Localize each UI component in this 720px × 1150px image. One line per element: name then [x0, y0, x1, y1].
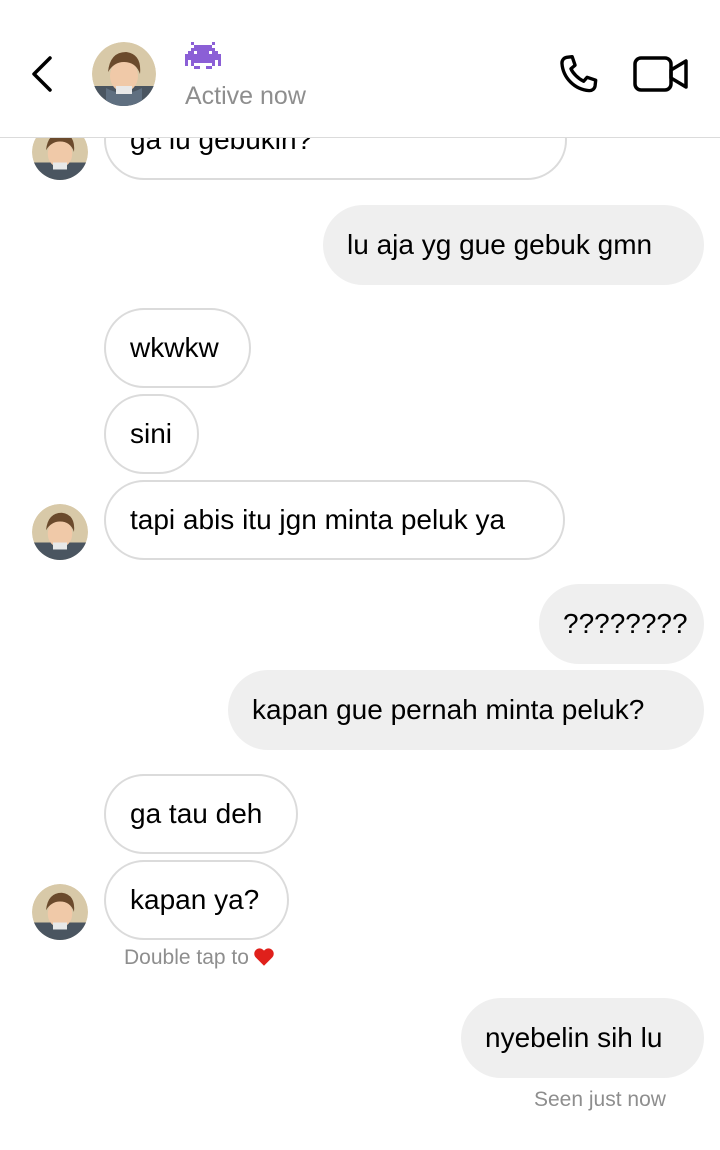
- video-call-icon[interactable]: [632, 54, 690, 94]
- message-bubble-incoming[interactable]: wkwkw: [104, 308, 251, 388]
- back-chevron-icon[interactable]: [24, 52, 64, 96]
- contact-avatar-small: [32, 504, 88, 560]
- message-bubble-incoming[interactable]: tapi abis itu jgn minta peluk ya: [104, 480, 565, 560]
- contact-avatar-small: [32, 884, 88, 940]
- double-tap-text: Double tap to: [124, 946, 249, 969]
- active-status: Active now: [185, 82, 306, 110]
- message-bubble-outgoing[interactable]: ????????: [539, 584, 704, 664]
- message-bubble-outgoing[interactable]: nyebelin sih lu: [461, 998, 704, 1078]
- message-bubble-incoming[interactable]: kapan ya?: [104, 860, 289, 940]
- contact-avatar[interactable]: [92, 42, 156, 106]
- double-tap-hint: Double tap to: [124, 946, 275, 970]
- message-bubble-incoming[interactable]: sini: [104, 394, 199, 474]
- heart-icon: [253, 946, 275, 968]
- message-bubble-incoming[interactable]: ga tau deh: [104, 774, 298, 854]
- message-bubble-outgoing[interactable]: kapan gue pernah minta peluk?: [228, 670, 704, 750]
- chat-header: Active now: [0, 0, 720, 138]
- alien-monster-icon: [184, 42, 222, 72]
- message-bubble-outgoing[interactable]: lu aja yg gue gebuk gmn: [323, 205, 704, 285]
- phone-call-icon[interactable]: [552, 50, 604, 100]
- seen-status: Seen just now: [534, 1088, 666, 1111]
